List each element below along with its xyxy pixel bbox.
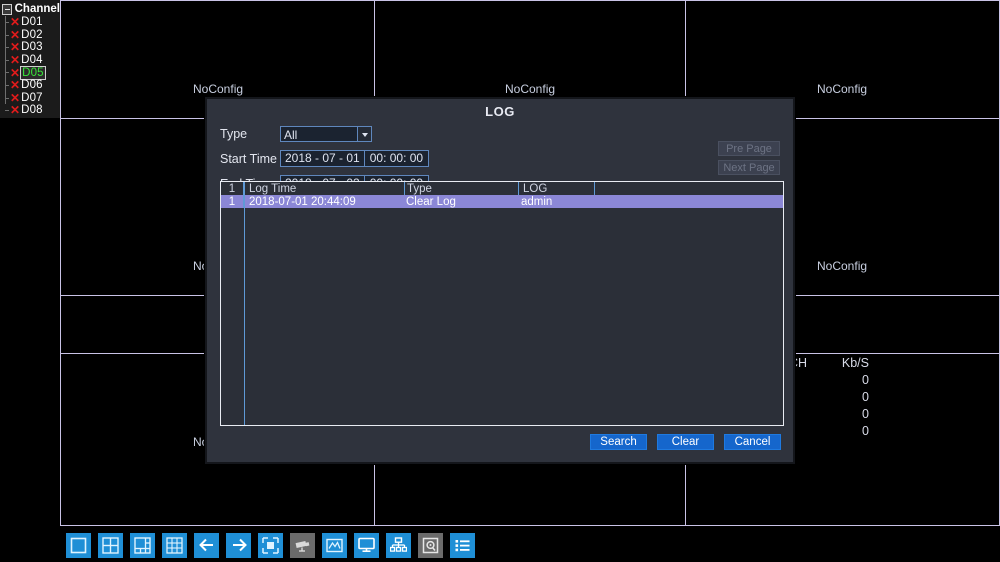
tree-dash (5, 47, 9, 49)
bandwidth-row: 6 0 (789, 389, 869, 406)
bandwidth-rate: 0 (862, 407, 869, 421)
start-time-label: Start Time (220, 151, 277, 166)
hdd-icon[interactable] (418, 532, 443, 558)
tree-dash (5, 97, 9, 99)
prev-page-button[interactable]: Pre Page (718, 141, 780, 156)
channel-label: D04 (21, 54, 43, 67)
channel-label: D01 (21, 16, 43, 29)
channel-tree-header: Channel (0, 2, 60, 16)
pane-divider-vertical (60, 0, 61, 525)
channel-item-d03[interactable]: ✕ D03 (0, 41, 60, 54)
pane-label: NoConfig (817, 82, 868, 96)
pane-label: NoConfig (193, 82, 244, 96)
channel-item-d01[interactable]: ✕ D01 (0, 16, 60, 29)
bandwidth-row: 7 0 (789, 406, 869, 423)
pane-label: NoConfig (505, 82, 556, 96)
log-dialog: LOG Type All Start Time 2018 - 07 - 01 0… (205, 97, 795, 464)
collapse-icon[interactable] (2, 3, 12, 15)
type-row: Type All (220, 123, 793, 144)
camera-icon[interactable] (290, 532, 315, 558)
channel-tree-title: Channel (14, 3, 60, 15)
search-button[interactable]: Search (590, 434, 647, 450)
offline-icon: ✕ (10, 90, 21, 105)
bandwidth-row: 5 0 (789, 372, 869, 389)
row-type: Clear Log (406, 195, 456, 208)
next-page-button[interactable]: Next Page (718, 160, 780, 175)
tree-dash (5, 22, 9, 23)
bandwidth-header: CH Kb/S (789, 355, 869, 372)
table-header-row: 1 Log Time Type LOG (221, 182, 783, 195)
type-label: Type (220, 126, 248, 141)
nine-view-icon[interactable] (162, 532, 187, 558)
row-index: 1 (228, 195, 236, 208)
channel-label: D08 (21, 104, 43, 117)
bandwidth-rate: 0 (862, 424, 869, 438)
channel-item-d02[interactable]: ✕ D02 (0, 27, 60, 42)
log-table[interactable]: 1 Log Time Type LOG 1 2018-07-01 20:44:0… (220, 181, 784, 426)
channel-item-d06[interactable]: ✕ D06 (0, 78, 60, 93)
table-row[interactable]: 1 2018-07-01 20:44:09 Clear Log admin (221, 195, 783, 208)
next-arrow-icon[interactable] (226, 532, 251, 558)
offline-icon: ✕ (10, 65, 21, 80)
tree-dash (5, 72, 9, 74)
header-log-time[interactable]: Log Time (244, 183, 404, 195)
pane-divider-horizontal (60, 525, 1000, 526)
bottom-toolbar (60, 531, 475, 559)
channel-label: D03 (21, 41, 43, 54)
header-index: 1 (228, 182, 236, 195)
bandwidth-row: 8 0 (789, 423, 869, 440)
chevron-down-icon[interactable] (358, 125, 372, 142)
start-time-value[interactable]: 00: 00: 00 (365, 151, 428, 166)
start-time-row: Start Time 2018 - 07 - 01 00: 00: 00 (220, 148, 793, 169)
network-icon[interactable] (386, 532, 411, 558)
menu-list-icon[interactable] (450, 532, 475, 558)
tree-dash (5, 110, 9, 112)
dialog-footer: Search Clear Cancel (590, 434, 781, 450)
offline-icon: ✕ (10, 103, 21, 118)
dialog-title: LOG (485, 104, 515, 119)
type-select[interactable]: All (280, 125, 358, 142)
table-column-divider (244, 182, 245, 425)
channel-label: D02 (21, 28, 43, 41)
channel-item-d04[interactable]: ✕ D04 (0, 53, 60, 68)
tree-dash (5, 59, 9, 61)
clear-button[interactable]: Clear (657, 434, 714, 450)
pane-divider-horizontal (60, 0, 1000, 1)
tree-dash (5, 34, 9, 36)
offline-icon: ✕ (10, 40, 21, 55)
row-log-time: 2018-07-01 20:44:09 (249, 195, 356, 208)
channel-label: D06 (21, 79, 43, 92)
channel-item-d07[interactable]: ✕ D07 (0, 90, 60, 105)
header-log[interactable]: LOG (519, 183, 594, 195)
start-date-value[interactable]: 2018 - 07 - 01 (281, 151, 364, 166)
tree-dash (5, 84, 9, 86)
color-adjust-icon[interactable] (322, 532, 347, 558)
channel-label: D07 (21, 91, 43, 104)
monitor-icon[interactable] (354, 532, 379, 558)
header-divider (594, 182, 595, 195)
previous-arrow-icon[interactable] (194, 532, 219, 558)
ptz-icon[interactable] (258, 532, 283, 558)
quad-view-icon[interactable] (98, 532, 123, 558)
offline-icon: ✕ (10, 15, 21, 30)
channel-item-d08[interactable]: ✕ D08 (0, 104, 60, 117)
paging-controls: Pre Page Next Page (718, 141, 780, 175)
bandwidth-rate: 0 (862, 390, 869, 404)
six-view-icon[interactable] (130, 532, 155, 558)
channel-label-selected: D05 (20, 65, 46, 80)
offline-icon: ✕ (10, 78, 21, 93)
start-time-field[interactable]: 2018 - 07 - 01 00: 00: 00 (280, 150, 430, 167)
single-view-icon[interactable] (66, 532, 91, 558)
offline-icon: ✕ (10, 53, 21, 68)
row-log: admin (521, 195, 553, 208)
pane-label: NoConfig (817, 259, 868, 273)
header-type[interactable]: Type (405, 183, 518, 195)
channel-item-d05[interactable]: ✕ D05 (0, 65, 60, 80)
offline-icon: ✕ (10, 27, 21, 42)
bandwidth-rate-header: Kb/S (841, 356, 869, 370)
cancel-button[interactable]: Cancel (724, 434, 781, 450)
bandwidth-overlay: CH Kb/S 5 0 6 0 7 0 8 0 (789, 355, 869, 440)
channel-tree: Channel ✕ D01 ✕ D02 ✕ D03 ✕ D04 ✕ D05 ✕ … (0, 0, 60, 118)
bandwidth-rate: 0 (862, 373, 869, 387)
